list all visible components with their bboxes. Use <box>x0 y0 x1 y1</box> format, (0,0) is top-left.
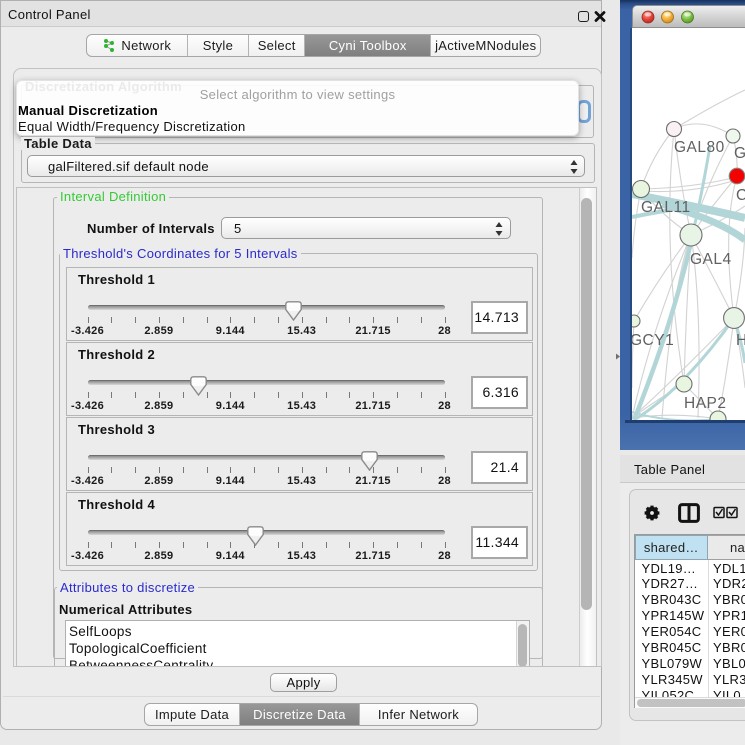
svg-text:GAL11: GAL11 <box>641 199 691 216</box>
svg-text:GCY1: GCY1 <box>632 332 674 349</box>
svg-text:GA: GA <box>734 145 745 162</box>
svg-text:C: C <box>736 187 745 204</box>
svg-text:H: H <box>736 332 745 349</box>
svg-text:GAL80: GAL80 <box>674 139 725 156</box>
svg-text:GAL4: GAL4 <box>690 251 732 268</box>
svg-text:HAP2: HAP2 <box>684 395 727 412</box>
